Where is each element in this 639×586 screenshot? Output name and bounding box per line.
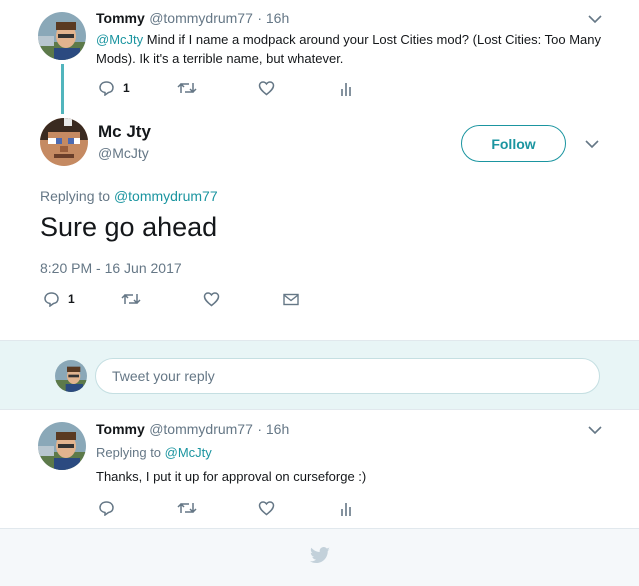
reply-count: 1	[68, 292, 75, 306]
like-icon	[258, 81, 275, 96]
reply-button[interactable]: 1	[43, 291, 75, 307]
author-name[interactable]: Tommy	[96, 421, 145, 437]
reply-button[interactable]	[98, 500, 115, 516]
retweet-icon	[177, 502, 197, 514]
retweet-button[interactable]	[177, 501, 197, 515]
avatar[interactable]	[38, 12, 86, 60]
tweet-time[interactable]: · 16h	[257, 421, 289, 437]
avatar[interactable]	[38, 422, 86, 470]
mention-link[interactable]: @McJty	[96, 32, 143, 47]
reply-composer: Tweet your reply	[0, 340, 639, 410]
tweet-text: Sure go ahead	[40, 212, 218, 242]
twitter-bird-icon[interactable]	[309, 547, 331, 565]
reply-icon	[99, 81, 114, 96]
main-tweet: Mc Jty @McJty Follow Replying to @tommyd…	[0, 108, 639, 340]
thread-line	[61, 64, 64, 114]
follow-label: Follow	[491, 135, 536, 152]
avatar[interactable]	[40, 118, 88, 166]
reply-tweet[interactable]: Tommy @tommydrum77 · 16h Replying to @Mc…	[0, 410, 639, 528]
analytics-button[interactable]	[339, 501, 353, 517]
reply-input[interactable]: Tweet your reply	[95, 358, 600, 394]
like-button[interactable]	[258, 80, 275, 96]
chevron-down-icon[interactable]	[587, 424, 603, 436]
retweet-icon	[177, 82, 197, 94]
dm-icon	[283, 293, 299, 306]
replying-to-link[interactable]: @tommydrum77	[114, 188, 218, 204]
author-handle[interactable]: @tommydrum77	[149, 10, 253, 26]
like-icon	[258, 501, 275, 516]
analytics-icon	[341, 503, 351, 516]
chevron-down-icon[interactable]	[587, 13, 603, 25]
avatar[interactable]	[55, 360, 87, 392]
analytics-icon	[341, 83, 351, 96]
tweet-text: @McJty Mind if I name a modpack around y…	[96, 32, 602, 66]
follow-button[interactable]: Follow	[461, 125, 566, 162]
replying-to: Replying to @tommydrum77	[40, 188, 218, 204]
footer	[0, 528, 639, 586]
tweet-text: Thanks, I put it up for approval on curs…	[96, 469, 367, 484]
tweet-timestamp[interactable]: 8:20 PM - 16 Jun 2017	[40, 260, 182, 276]
reply-button[interactable]: 1	[98, 80, 130, 96]
tweet-time[interactable]: · 16h	[257, 10, 289, 26]
chevron-down-icon[interactable]	[584, 138, 600, 150]
parent-tweet[interactable]: Tommy @tommydrum77 · 16h @McJty Mind if …	[0, 0, 639, 114]
like-button[interactable]	[203, 291, 220, 307]
author-handle[interactable]: @McJty	[98, 145, 149, 161]
reply-icon	[44, 292, 59, 307]
author-name[interactable]: Mc Jty	[98, 122, 151, 142]
reply-icon	[99, 501, 114, 516]
author-handle[interactable]: @tommydrum77	[149, 421, 253, 437]
retweet-button[interactable]	[121, 292, 141, 306]
like-button[interactable]	[258, 500, 275, 516]
like-icon	[203, 292, 220, 307]
direct-message-button[interactable]	[283, 293, 299, 306]
replying-to: Replying to @McJty	[96, 445, 212, 460]
retweet-icon	[121, 293, 141, 305]
replying-to-link[interactable]: @McJty	[165, 445, 212, 460]
retweet-button[interactable]	[177, 81, 197, 95]
author-name[interactable]: Tommy	[96, 10, 145, 26]
analytics-button[interactable]	[339, 81, 353, 97]
reply-count: 1	[123, 81, 130, 95]
